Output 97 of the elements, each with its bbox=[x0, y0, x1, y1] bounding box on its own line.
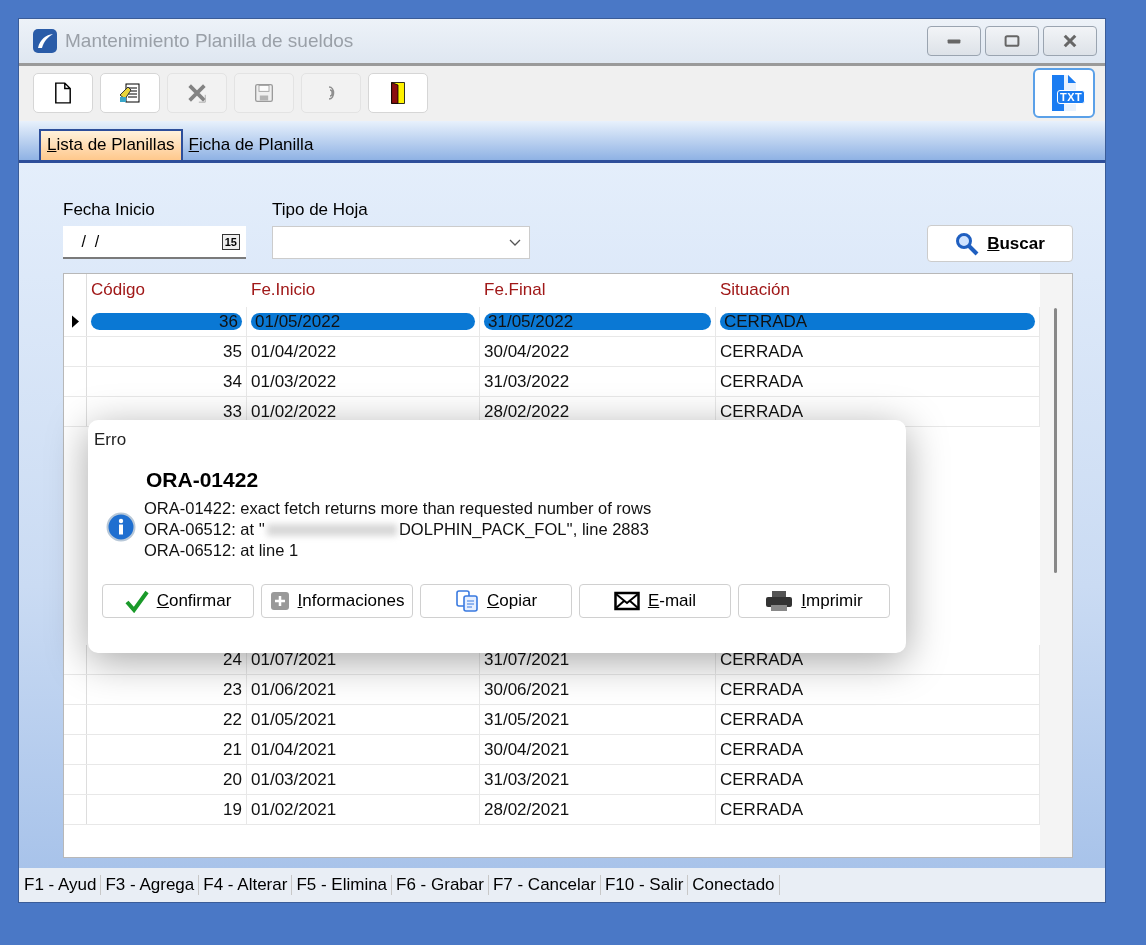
print-button[interactable]: Imprimir bbox=[738, 584, 890, 618]
status-bar-item: F4 - Alterar bbox=[199, 875, 293, 896]
minimize-button[interactable] bbox=[927, 25, 981, 56]
copy-button[interactable]: Copiar bbox=[420, 584, 572, 618]
table-cell: 34 bbox=[223, 371, 242, 392]
column-header[interactable]: Situación bbox=[716, 274, 1040, 308]
error-message-line: ORA-06512: at '' bbox=[144, 519, 265, 540]
window-title: Mantenimiento Planilla de sueldos bbox=[65, 29, 354, 52]
close-button[interactable] bbox=[1043, 25, 1097, 56]
table-cell: 36 bbox=[91, 313, 242, 331]
table-cell: 31/07/2021 bbox=[484, 649, 570, 670]
table-cell: 01/02/2021 bbox=[251, 799, 337, 820]
error-message-line: ORA-01422: exact fetch returns more than requested number of rows bbox=[144, 498, 652, 519]
error-heading: ORA-01422 bbox=[146, 468, 260, 492]
table-cell: CERRADA bbox=[720, 371, 804, 392]
table-cell: 31/05/2022 bbox=[484, 313, 711, 331]
table-cell: CERRADA bbox=[720, 769, 804, 790]
table-cell: CERRADA bbox=[720, 799, 804, 820]
column-header[interactable]: Código bbox=[87, 274, 247, 308]
printer-icon bbox=[765, 590, 794, 612]
table-cell: 01/03/2021 bbox=[251, 769, 337, 790]
column-header[interactable]: Fe.Inicio bbox=[247, 274, 480, 308]
new-document-button[interactable] bbox=[33, 73, 93, 114]
table-cell: 19 bbox=[223, 799, 242, 820]
field-label: Tipo de Hoja bbox=[272, 200, 369, 221]
error-message-line: ORA-06512: at line 1 bbox=[144, 540, 299, 561]
table-cell: 31/03/2022 bbox=[484, 371, 570, 392]
table-cell: 01/02/2022 bbox=[251, 401, 337, 422]
table-cell: 01/06/2021 bbox=[251, 679, 337, 700]
dialog-title: Erro bbox=[94, 430, 128, 450]
info-icon bbox=[106, 512, 136, 542]
table-cell: 22 bbox=[223, 709, 242, 730]
maximize-button[interactable] bbox=[985, 25, 1039, 56]
table-cell: 31/05/2021 bbox=[484, 709, 570, 730]
confirm-button[interactable]: Confirmar bbox=[102, 584, 254, 618]
status-bar-item: F5 - Elimina bbox=[292, 875, 393, 896]
table-cell: 30/06/2021 bbox=[484, 679, 570, 700]
copy-icon bbox=[454, 589, 479, 613]
status-bar-item: F6 - Grabar bbox=[392, 875, 489, 896]
envelope-icon bbox=[613, 591, 640, 611]
table-cell: CERRADA bbox=[720, 341, 804, 362]
table-cell: 01/04/2022 bbox=[251, 341, 337, 362]
table-cell: 24 bbox=[223, 649, 242, 670]
txt-export-button[interactable]: TXT bbox=[1033, 68, 1095, 119]
email-button[interactable]: E-mail bbox=[579, 584, 731, 618]
information-button[interactable]: Informaciones bbox=[261, 584, 413, 618]
status-bar-item: F1 - Ayud bbox=[20, 875, 102, 896]
tab[interactable]: Lista de Planillas bbox=[39, 129, 183, 161]
current-row-icon bbox=[71, 315, 79, 329]
field-label: Fecha Inicio bbox=[63, 200, 156, 221]
checkmark-icon bbox=[124, 589, 149, 613]
table-cell: 01/03/2022 bbox=[251, 371, 337, 392]
chevron-down-icon bbox=[509, 238, 521, 247]
table-cell: CERRADA bbox=[720, 649, 804, 670]
app-logo-icon bbox=[33, 28, 57, 53]
search-icon bbox=[955, 231, 980, 256]
table-cell: 01/07/2021 bbox=[251, 649, 337, 670]
calendar-button[interactable]: 15 bbox=[221, 233, 240, 250]
table-cell: 01/05/2021 bbox=[251, 709, 337, 730]
search-button[interactable]: Buscar bbox=[927, 225, 1073, 263]
column-header[interactable]: Fe.Final bbox=[480, 274, 716, 308]
document-icon bbox=[54, 82, 72, 105]
table-cell: 35 bbox=[223, 341, 242, 362]
table-cell: CERRADA bbox=[720, 709, 804, 730]
table-cell: CERRADA bbox=[720, 401, 804, 422]
table-cell: 20 bbox=[223, 769, 242, 790]
table-cell: 28/02/2021 bbox=[484, 799, 570, 820]
scrollbar[interactable] bbox=[1040, 274, 1072, 858]
close-icon bbox=[1061, 33, 1079, 48]
table-cell: 33 bbox=[223, 401, 242, 422]
table-cell: CERRADA bbox=[720, 313, 1035, 331]
exit-button[interactable] bbox=[368, 73, 428, 114]
status-bar-item: F7 - Cancelar bbox=[488, 875, 601, 896]
error-message-line: DOLPHIN_PACK_FOL'', line 2883 bbox=[398, 519, 649, 540]
delete-icon bbox=[186, 82, 208, 105]
table-cell: 30/04/2022 bbox=[484, 341, 570, 362]
table-cell: CERRADA bbox=[720, 679, 804, 700]
maximize-icon bbox=[1004, 34, 1020, 47]
signal-waves-icon bbox=[327, 86, 335, 101]
date-field[interactable]: / / 15 bbox=[63, 226, 246, 260]
table-cell: 21 bbox=[223, 739, 242, 760]
table-cell: 01/04/2021 bbox=[251, 739, 337, 760]
table-cell: 30/04/2021 bbox=[484, 739, 570, 760]
table-cell: 31/03/2021 bbox=[484, 769, 570, 790]
table-cell: 01/05/2022 bbox=[251, 313, 475, 331]
edit-document-icon bbox=[118, 81, 142, 106]
minimize-icon bbox=[945, 36, 963, 45]
door-icon bbox=[390, 81, 406, 106]
status-bar-item: F10 - Salir bbox=[600, 875, 689, 896]
tab[interactable]: Ficha de Planilla bbox=[182, 131, 320, 161]
edit-document-button[interactable] bbox=[100, 73, 160, 114]
plus-icon bbox=[269, 591, 290, 611]
status-bar-item: Conectado bbox=[688, 875, 780, 896]
table-cell: 23 bbox=[223, 679, 242, 700]
table-cell: 28/02/2022 bbox=[484, 401, 570, 422]
table-cell: CERRADA bbox=[720, 739, 804, 760]
status-bar-item: F3 - Agrega bbox=[101, 875, 200, 896]
